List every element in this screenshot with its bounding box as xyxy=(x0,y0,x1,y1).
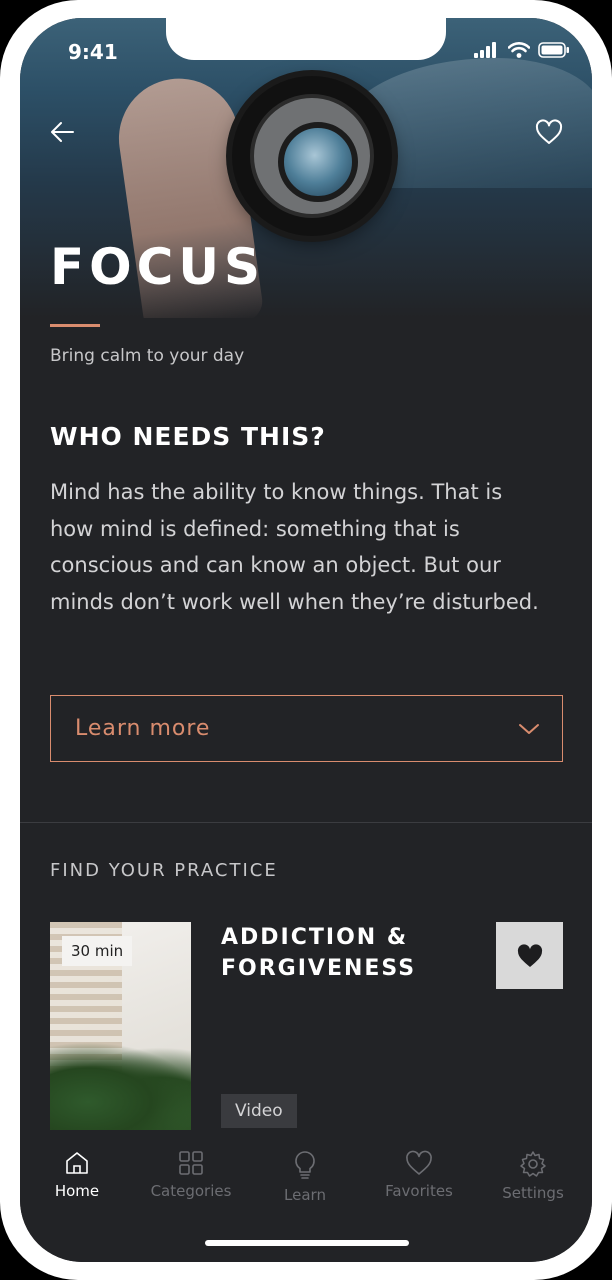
favorite-button[interactable] xyxy=(529,112,569,152)
home-indicator[interactable] xyxy=(205,1240,409,1246)
heart-outline-icon xyxy=(535,119,563,144)
practice-card[interactable]: 30 min ADDICTION & FORGIVENESS Video xyxy=(50,922,563,1132)
duration-badge: 30 min xyxy=(62,936,133,966)
practice-favorite-button[interactable] xyxy=(496,922,563,989)
grid-icon xyxy=(179,1151,203,1175)
battery-icon xyxy=(538,42,569,58)
home-icon xyxy=(66,1152,88,1174)
who-needs-heading: WHO NEEDS THIS? xyxy=(50,422,326,451)
status-time: 9:41 xyxy=(68,40,118,64)
app-screen: 9:41 FOCUS Bring calm to your day WHO NE… xyxy=(20,18,592,1262)
phone-frame: 9:41 FOCUS Bring calm to your day WHO NE… xyxy=(0,0,612,1280)
wifi-icon xyxy=(508,42,530,58)
gear-icon xyxy=(520,1151,546,1177)
description-text: Mind has the ability to know things. Tha… xyxy=(50,480,539,614)
device-notch xyxy=(166,18,446,60)
camera-lens-image xyxy=(232,76,392,236)
learn-more-label: Learn more xyxy=(75,716,211,741)
heart-outline-icon xyxy=(406,1150,432,1175)
tab-learn-label: Learn xyxy=(284,1186,326,1204)
page-subtitle: Bring calm to your day xyxy=(50,346,245,366)
tab-categories[interactable]: Categories xyxy=(134,1150,248,1200)
arrow-left-icon xyxy=(51,122,74,142)
signal-icon xyxy=(474,42,496,58)
tab-learn[interactable]: Learn xyxy=(248,1150,362,1204)
heart-filled-icon xyxy=(517,943,542,967)
content-type-badge: Video xyxy=(221,1094,297,1128)
tab-categories-label: Categories xyxy=(150,1182,232,1200)
tab-favorites[interactable]: Favorites xyxy=(362,1150,476,1200)
chevron-down-icon xyxy=(519,723,539,734)
learn-more-button[interactable]: Learn more xyxy=(50,695,563,762)
tab-home[interactable]: Home xyxy=(20,1150,134,1200)
title-underline xyxy=(50,324,100,327)
tab-favorites-label: Favorites xyxy=(385,1182,453,1200)
back-button[interactable] xyxy=(42,112,82,152)
practice-title[interactable]: ADDICTION & FORGIVENESS xyxy=(221,922,441,984)
find-practice-label: FIND YOUR PRACTICE xyxy=(50,860,278,881)
tab-home-label: Home xyxy=(54,1182,100,1200)
tab-settings-label: Settings xyxy=(502,1184,564,1202)
status-icons xyxy=(474,42,570,58)
section-divider xyxy=(20,822,592,823)
practice-thumbnail[interactable]: 30 min xyxy=(50,922,191,1132)
page-title: FOCUS xyxy=(50,238,265,296)
lightbulb-icon xyxy=(295,1151,315,1179)
tab-settings[interactable]: Settings xyxy=(476,1150,590,1202)
